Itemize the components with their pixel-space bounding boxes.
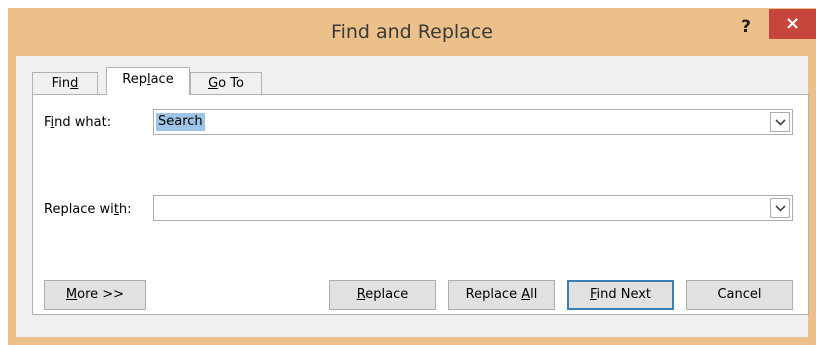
tab-find[interactable]: Find	[32, 72, 98, 94]
find-what-dropdown-button[interactable]	[770, 112, 790, 132]
tab-label: Find	[51, 76, 79, 91]
replace-button[interactable]: Replace	[329, 280, 436, 310]
find-what-combobox[interactable]: Search	[153, 109, 793, 135]
tab-go-to[interactable]: Go To	[190, 72, 262, 94]
more-button-label: More >>	[65, 287, 125, 302]
close-button[interactable]: ×	[769, 9, 816, 39]
replace-with-dropdown-button[interactable]	[770, 198, 790, 218]
replace-with-combobox[interactable]	[153, 195, 793, 221]
close-icon: ×	[784, 13, 801, 34]
tab-label: Replace	[122, 72, 174, 87]
chevron-down-icon	[775, 119, 786, 126]
help-icon: ?	[741, 17, 751, 37]
tab-label: Go To	[208, 76, 244, 91]
more-button[interactable]: More >>	[44, 280, 146, 310]
find-next-button[interactable]: Find Next	[567, 280, 674, 310]
find-next-button-label: Find Next	[589, 287, 652, 302]
replace-all-button-label: Replace All	[465, 287, 538, 302]
window-title: Find and Replace	[331, 21, 493, 43]
cancel-button[interactable]: Cancel	[686, 280, 793, 310]
cancel-button-label: Cancel	[717, 287, 762, 302]
tab-replace[interactable]: Replace	[106, 67, 190, 95]
chevron-down-icon	[775, 205, 786, 212]
find-what-label: Find what:	[44, 115, 112, 130]
replace-all-button[interactable]: Replace All	[448, 280, 555, 310]
replace-with-label: Replace with:	[44, 202, 132, 217]
title-bar[interactable]: Find and Replace ? ×	[8, 8, 816, 56]
replace-with-input-value[interactable]	[156, 199, 160, 217]
replace-button-label: Replace	[356, 287, 409, 302]
help-button[interactable]: ?	[731, 12, 761, 42]
find-what-input-value[interactable]: Search	[156, 113, 205, 131]
